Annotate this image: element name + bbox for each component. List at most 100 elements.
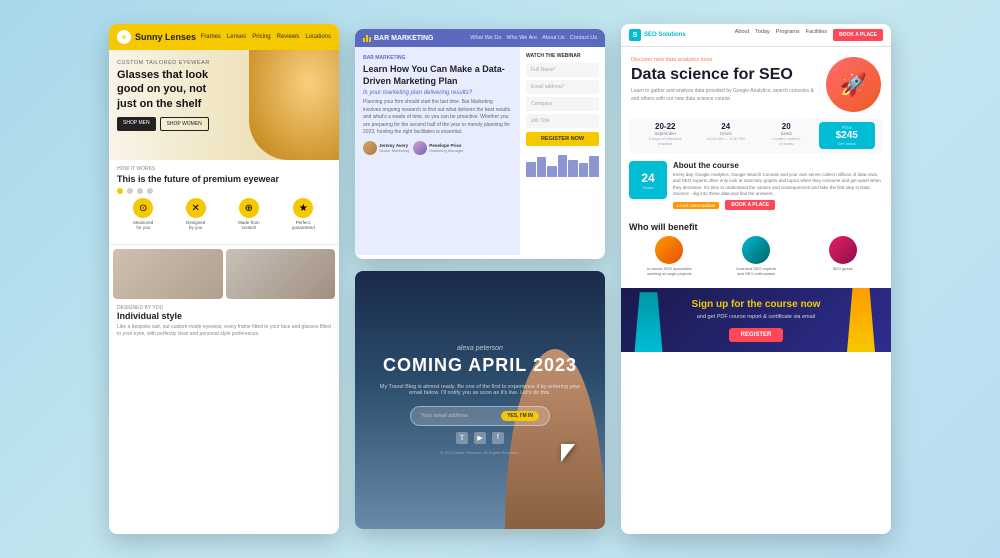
p4-hero-description: Learn to gather and analyze data provide… — [631, 88, 818, 103]
p2-nav-what[interactable]: What We Do — [470, 35, 501, 41]
p1-icon-perfect-label: Perfect,guaranteed — [292, 220, 315, 230]
p2-register-button[interactable]: REGISTER NOW — [526, 132, 599, 146]
p4-price-value: $245 — [824, 130, 871, 141]
p3-social-links: 𝕋 ▶ f — [375, 432, 585, 444]
p4-stat-dates-value: 20-22 — [637, 122, 694, 131]
p2-bar-4 — [558, 155, 568, 178]
p2-chart-bars — [526, 152, 599, 177]
p4-level-badge: Level: Intermediate — [673, 202, 719, 209]
p4-course-info: About the course Every day, Google Analy… — [673, 161, 883, 210]
p1-nav-frames[interactable]: Frames — [201, 34, 221, 40]
p4-stat-seats-sub: Limited numberof seats — [758, 136, 815, 146]
p3-body-text: My Travel Blog is almost ready. Be one o… — [375, 384, 585, 396]
p1-nav-pricing[interactable]: Pricing — [252, 34, 270, 40]
rocket-icon: 🚀 — [840, 72, 867, 98]
p1-grid-img-1 — [113, 249, 223, 299]
p1-hero: Custom Tailored Eyewear Glasses that loo… — [109, 50, 339, 160]
p3-background: alexa peterson COMING APRIL 2023 My Trav… — [355, 271, 605, 529]
p1-brand: Sunny Lenses — [135, 32, 196, 42]
p2-person2: Penelope Price Marketing Manager — [413, 141, 463, 155]
p2-field-email[interactable]: Email address* — [526, 80, 599, 94]
p2-person2-info: Penelope Price Marketing Manager — [429, 143, 463, 153]
p2-watch-label: WATCH THE WEBINAR — [526, 53, 599, 59]
p1-nav-reviews[interactable]: Reviews — [277, 34, 300, 40]
p3-youtube-icon[interactable]: ▶ — [474, 432, 486, 444]
p1-grid-img-2 — [226, 249, 336, 299]
p2-subtitle: Is your marketing plan delivering result… — [363, 90, 512, 96]
p2-body-text: Planning your firm should start the last… — [363, 99, 512, 137]
p2-avatar2 — [413, 141, 427, 155]
p1-icons-row: ⊙ Measuredfor you ✕ Designedby you ⊕ Mad… — [117, 198, 331, 230]
bar1 — [363, 38, 365, 42]
p4-signup-title: Sign up for the course now — [633, 298, 879, 311]
p4-stat-hours-value: 24 — [698, 122, 755, 131]
p2-title: Learn How You Can Make a Data-Driven Mar… — [363, 64, 512, 87]
p3-email-input[interactable]: Your email address YES, I'M IN — [410, 406, 550, 426]
p4-benefit-title: Who will benefit — [629, 222, 883, 232]
p4-stats-grid: 20-22 September 3 days of intensivepract… — [629, 118, 883, 153]
p2-bar-5 — [568, 160, 578, 178]
p4-nav-programs[interactable]: Programs — [776, 29, 800, 41]
p4-benefit-avatar-2 — [742, 236, 770, 264]
p4-benefit-1: In-house SEO specialistsworking on large… — [629, 236, 710, 276]
p2-nav-contact[interactable]: Contact Us — [570, 35, 597, 41]
p4-course-title: About the course — [673, 161, 883, 170]
p1-icon-made: ⊕ Made fromscratch — [238, 198, 260, 230]
p4-brand: SEO Solutions — [644, 32, 686, 38]
p4-benefit-avatar-1 — [655, 236, 683, 264]
p1-nav-locations[interactable]: Locations — [305, 34, 331, 40]
p4-nav: About Today Programs Facilities BOOK A P… — [735, 29, 883, 41]
p4-signup-button[interactable]: REGISTER — [729, 328, 784, 342]
p4-benefit-list: In-house SEO specialistsworking on large… — [629, 236, 883, 276]
p3-facebook-icon[interactable]: f — [492, 432, 504, 444]
panel-bar-marketing: BAR MARKETING What We Do Who We Are Abou… — [355, 29, 605, 259]
p2-speakers: Jeremy Avery Senior Marketing Penelope P… — [363, 141, 512, 155]
p2-bar-1 — [526, 162, 536, 177]
p2-field-name[interactable]: Full Name* — [526, 63, 599, 77]
p1-nav-lenses[interactable]: Lenses — [227, 34, 246, 40]
p3-yes-button[interactable]: YES, I'M IN — [501, 411, 539, 421]
p1-nav: Frames Lenses Pricing Reviews Locations — [201, 34, 331, 40]
p1-style-text: Like a bespoke suit, our custom-made eye… — [117, 324, 331, 338]
p4-stat-hours-sub: 10:00 AM — 5:30 PM — [698, 136, 755, 141]
p4-hero-title: Data science for SEO — [631, 65, 818, 84]
p4-nav-about[interactable]: About — [735, 29, 749, 41]
p4-signup-text: and get PDF course report & certificate … — [633, 314, 879, 320]
cursor-arrow — [561, 444, 575, 462]
p4-logo-area: S SEO Solutions — [629, 29, 686, 41]
p4-nav-today[interactable]: Today — [755, 29, 770, 41]
p2-person1-role: Senior Marketing — [379, 148, 409, 153]
p4-benefit-3: SEO geeks — [802, 236, 883, 276]
p3-author-name: alexa peterson — [375, 345, 585, 352]
sunny-lenses-logo-icon: ☀ — [117, 30, 131, 44]
p4-book-place-button[interactable]: BOOK A PLACE — [725, 200, 775, 210]
main-container: ☀ Sunny Lenses Frames Lenses Pricing Rev… — [109, 24, 891, 534]
p2-avatar1 — [363, 141, 377, 155]
p4-benefit-label-3: SEO geeks — [802, 266, 883, 271]
bar3 — [369, 37, 371, 42]
p2-nav-about[interactable]: About Us — [542, 35, 565, 41]
p1-icon-perfect: ★ Perfect,guaranteed — [292, 198, 315, 230]
p1-shop-women-button[interactable]: SHOP WOMEN — [160, 117, 209, 131]
p3-twitter-icon[interactable]: 𝕋 — [456, 432, 468, 444]
p1-shop-men-button[interactable]: SHOP MEN — [117, 117, 156, 131]
p4-book-header-button[interactable]: BOOK A PLACE — [833, 29, 883, 41]
panel-sunny-lenses: ☀ Sunny Lenses Frames Lenses Pricing Rev… — [109, 24, 339, 534]
p4-course-hours-badge: 24 Hours — [629, 161, 667, 199]
p2-field-company[interactable]: Company — [526, 97, 599, 111]
p1-icon-measured: ⊙ Measuredfor you — [133, 198, 153, 230]
p4-stat-seats: 20 Seats Limited numberof seats — [758, 122, 815, 149]
p1-how-title: This is the future of premium eyewear — [117, 174, 331, 184]
p2-nav-who[interactable]: Who We Are — [506, 35, 537, 41]
p2-bar-6 — [579, 163, 589, 177]
p4-hero-text: Discover new data analytics tools Data s… — [631, 57, 818, 103]
p1-how-section: How It Works This is the future of premi… — [109, 160, 339, 240]
p4-benefit-avatar-3 — [829, 236, 857, 264]
p4-header: S SEO Solutions About Today Programs Fac… — [621, 24, 891, 47]
p4-course-text: Every day, Google Analytics, Google Sear… — [673, 172, 883, 197]
p4-course-hours-label: Hours — [643, 185, 654, 190]
p2-bar-2 — [537, 157, 547, 177]
p4-rocket-image: 🚀 — [826, 57, 881, 112]
p2-field-job[interactable]: Job Title — [526, 114, 599, 128]
p4-nav-facilities[interactable]: Facilities — [806, 29, 827, 41]
